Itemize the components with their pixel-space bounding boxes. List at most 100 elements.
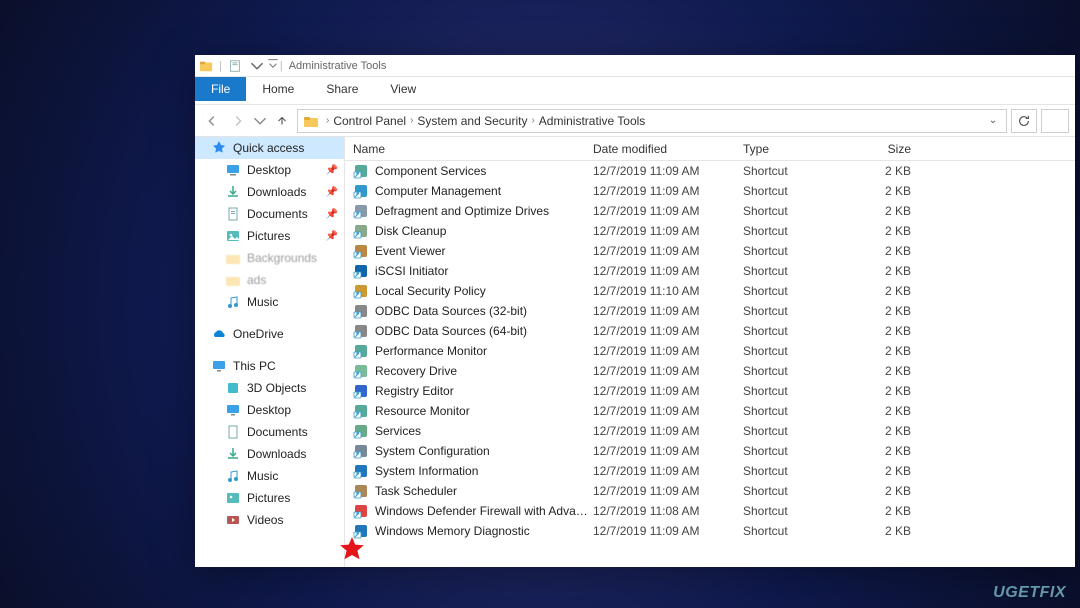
tab-share[interactable]: Share: [310, 77, 374, 101]
breadcrumb[interactable]: System and Security: [417, 114, 527, 128]
sidebar-item-label: Pictures: [247, 491, 290, 505]
chevron-right-icon[interactable]: ›: [410, 115, 413, 126]
refresh-button[interactable]: [1011, 109, 1037, 133]
column-header-size[interactable]: Size: [853, 142, 923, 156]
search-box[interactable]: [1041, 109, 1069, 133]
column-header-date[interactable]: Date modified: [593, 142, 743, 156]
file-row[interactable]: Windows Defender Firewall with Advanc...…: [345, 501, 1075, 521]
file-row[interactable]: Computer Management12/7/2019 11:09 AMSho…: [345, 181, 1075, 201]
file-type: Shortcut: [743, 324, 853, 338]
file-date: 12/7/2019 11:09 AM: [593, 184, 743, 198]
pin-icon: 📌: [326, 165, 338, 176]
file-row[interactable]: Recovery Drive12/7/2019 11:09 AMShortcut…: [345, 361, 1075, 381]
file-row[interactable]: Disk Cleanup12/7/2019 11:09 AMShortcut2 …: [345, 221, 1075, 241]
sidebar-item-3d-objects[interactable]: 3D Objects: [195, 377, 344, 399]
sidebar-item-documents[interactable]: Documents: [195, 421, 344, 443]
file-list-pane: Name Date modified Type Size Component S…: [345, 137, 1075, 567]
sidebar-item-pictures[interactable]: Pictures: [195, 487, 344, 509]
forward-button[interactable]: [227, 110, 249, 132]
documents-icon: [225, 424, 241, 440]
file-row[interactable]: Task Scheduler12/7/2019 11:09 AMShortcut…: [345, 481, 1075, 501]
pictures-icon: [225, 490, 241, 506]
file-size: 2 KB: [853, 464, 923, 478]
file-icon: [353, 303, 369, 319]
file-icon: [353, 343, 369, 359]
file-date: 12/7/2019 11:09 AM: [593, 364, 743, 378]
file-date: 12/7/2019 11:09 AM: [593, 484, 743, 498]
tab-file[interactable]: File: [195, 77, 246, 101]
separator: |: [280, 60, 283, 72]
file-name: Resource Monitor: [375, 404, 593, 418]
this-pc-icon: [211, 358, 227, 374]
ribbon-tabs: File Home Share View: [195, 77, 1075, 101]
sidebar-item-this-pc[interactable]: This PC: [195, 355, 344, 377]
file-size: 2 KB: [853, 384, 923, 398]
file-row[interactable]: Performance Monitor12/7/2019 11:09 AMSho…: [345, 341, 1075, 361]
file-size: 2 KB: [853, 444, 923, 458]
file-type: Shortcut: [743, 424, 853, 438]
downloads-icon: [225, 446, 241, 462]
back-button[interactable]: [201, 110, 223, 132]
file-date: 12/7/2019 11:09 AM: [593, 244, 743, 258]
sidebar-item-music[interactable]: Music: [195, 465, 344, 487]
sidebar-item-videos[interactable]: Videos: [195, 509, 344, 531]
file-size: 2 KB: [853, 284, 923, 298]
sidebar-item-onedrive[interactable]: OneDrive: [195, 323, 344, 345]
sidebar-item-documents[interactable]: Documents 📌: [195, 203, 344, 225]
file-row[interactable]: Services12/7/2019 11:09 AMShortcut2 KB: [345, 421, 1075, 441]
file-name: Disk Cleanup: [375, 224, 593, 238]
file-size: 2 KB: [853, 504, 923, 518]
properties-icon[interactable]: [228, 59, 242, 73]
sidebar-item-recent[interactable]: Backgrounds: [195, 247, 344, 269]
sidebar-item-music[interactable]: Music: [195, 291, 344, 313]
file-row[interactable]: System Information12/7/2019 11:09 AMShor…: [345, 461, 1075, 481]
file-row[interactable]: Local Security Policy12/7/2019 11:10 AMS…: [345, 281, 1075, 301]
file-row[interactable]: iSCSI Initiator12/7/2019 11:09 AMShortcu…: [345, 261, 1075, 281]
sidebar-item-recent[interactable]: ads: [195, 269, 344, 291]
star-icon: [211, 140, 227, 156]
chevron-down-icon[interactable]: [250, 59, 260, 73]
recent-locations-button[interactable]: [253, 110, 267, 132]
onedrive-icon: [211, 326, 227, 342]
file-type: Shortcut: [743, 464, 853, 478]
tab-home[interactable]: Home: [246, 77, 310, 101]
file-row[interactable]: Event Viewer12/7/2019 11:09 AMShortcut2 …: [345, 241, 1075, 261]
file-row[interactable]: Resource Monitor12/7/2019 11:09 AMShortc…: [345, 401, 1075, 421]
up-button[interactable]: [271, 110, 293, 132]
file-row[interactable]: Windows Memory Diagnostic12/7/2019 11:09…: [345, 521, 1075, 541]
chevron-right-icon[interactable]: ›: [326, 115, 329, 126]
file-row[interactable]: Component Services12/7/2019 11:09 AMShor…: [345, 161, 1075, 181]
file-type: Shortcut: [743, 484, 853, 498]
file-icon: [353, 383, 369, 399]
sidebar-item-desktop[interactable]: Desktop 📌: [195, 159, 344, 181]
sidebar-item-desktop[interactable]: Desktop: [195, 399, 344, 421]
file-row[interactable]: Defragment and Optimize Drives12/7/2019 …: [345, 201, 1075, 221]
file-size: 2 KB: [853, 224, 923, 238]
file-row[interactable]: ODBC Data Sources (32-bit)12/7/2019 11:0…: [345, 301, 1075, 321]
window-title: Administrative Tools: [289, 60, 387, 72]
sidebar-item-downloads[interactable]: Downloads 📌: [195, 181, 344, 203]
file-type: Shortcut: [743, 304, 853, 318]
file-list[interactable]: Component Services12/7/2019 11:09 AMShor…: [345, 161, 1075, 567]
address-dropdown[interactable]: ⌄: [982, 115, 1004, 126]
customize-qat-icon[interactable]: [266, 59, 274, 73]
sidebar-item-quick-access[interactable]: Quick access: [195, 137, 344, 159]
file-name: iSCSI Initiator: [375, 264, 593, 278]
chevron-right-icon[interactable]: ›: [531, 115, 534, 126]
file-type: Shortcut: [743, 524, 853, 538]
videos-icon: [225, 512, 241, 528]
navigation-pane[interactable]: Quick access Desktop 📌 Downloads 📌 Docum…: [195, 137, 345, 567]
breadcrumb[interactable]: Control Panel: [333, 114, 406, 128]
file-row[interactable]: Registry Editor12/7/2019 11:09 AMShortcu…: [345, 381, 1075, 401]
sidebar-item-downloads[interactable]: Downloads: [195, 443, 344, 465]
column-header-name[interactable]: Name: [353, 142, 593, 156]
file-name: System Information: [375, 464, 593, 478]
tab-view[interactable]: View: [374, 77, 432, 101]
sidebar-item-pictures[interactable]: Pictures 📌: [195, 225, 344, 247]
column-header-type[interactable]: Type: [743, 142, 853, 156]
file-row[interactable]: ODBC Data Sources (64-bit)12/7/2019 11:0…: [345, 321, 1075, 341]
file-date: 12/7/2019 11:09 AM: [593, 384, 743, 398]
breadcrumb[interactable]: Administrative Tools: [539, 114, 646, 128]
address-bar[interactable]: › Control Panel › System and Security › …: [297, 109, 1007, 133]
file-row[interactable]: System Configuration12/7/2019 11:09 AMSh…: [345, 441, 1075, 461]
